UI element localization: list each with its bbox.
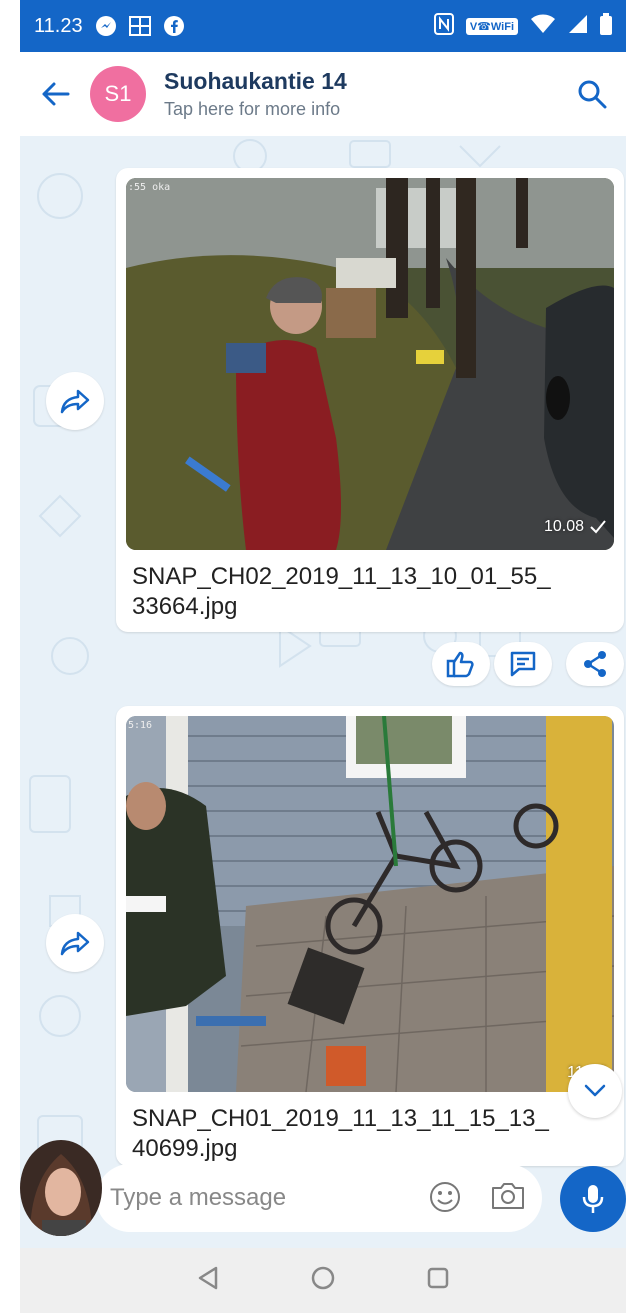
forward-arrow-icon: [60, 389, 90, 414]
back-button[interactable]: [20, 52, 90, 136]
conversation-info[interactable]: Suohaukantie 14 Tap here for more info: [164, 68, 347, 120]
system-navigation-bar: [20, 1248, 626, 1313]
message-input-placeholder: Type a message: [110, 1184, 287, 1211]
camera-button[interactable]: [490, 1180, 526, 1217]
composer-bar: Type a message: [20, 1136, 626, 1244]
voice-message-button[interactable]: [560, 1166, 626, 1232]
filename-line-2: 33664.jpg: [132, 593, 238, 620]
emoji-button[interactable]: [428, 1180, 462, 1219]
conversation-avatar[interactable]: S1: [90, 66, 146, 122]
photo-overlay-text: 5:16: [128, 720, 152, 731]
status-bar: 11.23 V☎WiFi: [20, 0, 626, 52]
gallery-icon: [128, 16, 151, 36]
signal-icon: [568, 14, 588, 39]
message-input[interactable]: Type a message: [96, 1164, 542, 1232]
nfc-icon: [433, 12, 454, 40]
image-filename: SNAP_CH02_2019_11_13_10_01_55_ 33664.jpg: [132, 562, 551, 622]
facebook-icon: [163, 15, 185, 37]
phone-screen: 11.23 V☎WiFi S1 Suohaukantie 14 Tap here…: [20, 0, 626, 1313]
filename-line-1: SNAP_CH01_2019_11_13_11_15_13_: [132, 1105, 549, 1132]
share-button[interactable]: [566, 642, 624, 686]
scroll-to-bottom-button[interactable]: [568, 1064, 622, 1118]
user-avatar-photo: [20, 1140, 102, 1236]
wifi-icon: [530, 14, 556, 39]
messenger-icon: [95, 15, 117, 37]
security-camera-photo: 5:16: [126, 716, 614, 1092]
conversation-subtitle: Tap here for more info: [164, 99, 341, 119]
sent-check-icon: [590, 520, 606, 534]
message-bubble[interactable]: :55 oka 10.08 SNAP_CH02_2019_11_13_10_01…: [116, 168, 624, 632]
microphone-icon: [582, 1185, 604, 1213]
camera-icon: [492, 1183, 524, 1209]
comment-icon: [510, 651, 536, 677]
message-bubble[interactable]: 5:16 11.17 SNAP_CH01_2019_11_13_11_15_13…: [116, 706, 624, 1166]
image-attachment[interactable]: 5:16: [126, 716, 614, 1092]
image-attachment[interactable]: :55 oka: [126, 178, 614, 550]
nav-back-button[interactable]: [196, 1265, 220, 1296]
message-list[interactable]: :55 oka 10.08 SNAP_CH02_2019_11_13_10_01…: [20, 136, 626, 1246]
chevron-down-icon: [584, 1084, 606, 1097]
conversation-title: Suohaukantie 14: [164, 68, 347, 94]
filename-line-1: SNAP_CH02_2019_11_13_10_01_55_: [132, 563, 551, 590]
forward-button[interactable]: [46, 372, 104, 430]
forward-button[interactable]: [46, 914, 104, 972]
smiley-icon: [430, 1182, 460, 1212]
nav-recents-button[interactable]: [426, 1266, 450, 1295]
wifi-calling-badge: V☎WiFi: [465, 17, 518, 35]
search-icon: [578, 80, 607, 109]
square-recents-icon: [427, 1267, 449, 1289]
triangle-back-icon: [198, 1266, 218, 1290]
circle-home-icon: [311, 1266, 335, 1290]
nav-home-button[interactable]: [310, 1265, 336, 1296]
like-button[interactable]: [432, 642, 490, 686]
comment-button[interactable]: [494, 642, 552, 686]
user-avatar[interactable]: [20, 1140, 102, 1236]
forward-arrow-icon: [60, 931, 90, 956]
message-timestamp: 10.08: [544, 518, 606, 536]
security-camera-photo: :55 oka: [126, 178, 614, 550]
status-time: 11.23: [34, 14, 83, 37]
search-button[interactable]: [562, 64, 622, 124]
battery-icon: [600, 12, 612, 40]
message-time: 10.08: [543, 518, 584, 535]
photo-overlay-text: :55 oka: [128, 182, 170, 193]
like-icon: [446, 651, 474, 678]
conversation-header[interactable]: S1 Suohaukantie 14 Tap here for more inf…: [20, 52, 626, 136]
share-icon: [584, 651, 606, 677]
back-arrow-icon: [42, 82, 70, 106]
